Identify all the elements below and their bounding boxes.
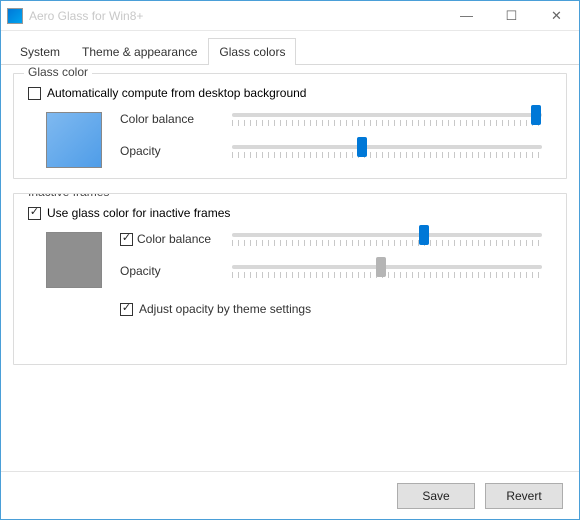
adjust-opacity-label: Adjust opacity by theme settings <box>139 302 311 316</box>
titlebar: Aero Glass for Win8+ — ☐ ✕ <box>1 1 579 31</box>
auto-compute-label: Automatically compute from desktop backg… <box>47 86 306 100</box>
tab-theme-appearance[interactable]: Theme & appearance <box>71 38 208 65</box>
tab-content: Glass color Automatically compute from d… <box>1 65 579 471</box>
save-button[interactable]: Save <box>397 483 475 509</box>
window: Aero Glass for Win8+ — ☐ ✕ System Theme … <box>0 0 580 520</box>
glass-color-balance-slider[interactable] <box>232 113 552 126</box>
minimize-button[interactable]: — <box>444 1 489 30</box>
auto-compute-checkbox[interactable] <box>28 87 41 100</box>
inactive-color-balance-text: Color balance <box>137 232 211 246</box>
tab-system[interactable]: System <box>9 38 71 65</box>
inactive-color-balance-slider[interactable] <box>232 233 552 246</box>
inactive-opacity-label: Opacity <box>120 264 220 278</box>
adjust-opacity-row[interactable]: Adjust opacity by theme settings <box>120 302 552 316</box>
inactive-opacity-slider[interactable] <box>232 265 552 278</box>
inactive-color-balance-label: Color balance <box>120 232 220 246</box>
inactive-color-swatch[interactable] <box>46 232 102 288</box>
glass-sliders: Color balance Opacity <box>120 112 552 168</box>
footer: Save Revert <box>1 471 579 519</box>
glass-color-swatch[interactable] <box>46 112 102 168</box>
inactive-frames-group: Inactive frames Use glass color for inac… <box>13 193 567 365</box>
inactive-opacity-row: Opacity <box>120 264 552 278</box>
glass-color-legend: Glass color <box>24 65 92 79</box>
inactive-color-balance-checkbox[interactable] <box>120 233 133 246</box>
use-glass-inactive-row[interactable]: Use glass color for inactive frames <box>28 206 552 220</box>
glass-opacity-label: Opacity <box>120 144 220 158</box>
glass-color-row: Color balance Opacity <box>28 112 552 168</box>
tab-bar: System Theme & appearance Glass colors <box>1 33 579 65</box>
adjust-opacity-checkbox[interactable] <box>120 303 133 316</box>
use-glass-inactive-checkbox[interactable] <box>28 207 41 220</box>
inactive-sliders: Color balance Opacity <box>120 232 552 328</box>
auto-compute-row[interactable]: Automatically compute from desktop backg… <box>28 86 552 100</box>
glass-color-balance-label: Color balance <box>120 112 220 126</box>
inactive-color-row: Color balance Opacity <box>28 232 552 328</box>
use-glass-inactive-label: Use glass color for inactive frames <box>47 206 230 220</box>
revert-button[interactable]: Revert <box>485 483 563 509</box>
window-controls: — ☐ ✕ <box>444 1 579 30</box>
window-title: Aero Glass for Win8+ <box>29 9 444 23</box>
tab-glass-colors[interactable]: Glass colors <box>208 38 296 65</box>
maximize-button[interactable]: ☐ <box>489 1 534 30</box>
inactive-frames-legend: Inactive frames <box>24 193 113 199</box>
glass-color-balance-row: Color balance <box>120 112 552 126</box>
glass-color-group: Glass color Automatically compute from d… <box>13 73 567 179</box>
glass-opacity-slider[interactable] <box>232 145 552 158</box>
close-button[interactable]: ✕ <box>534 1 579 30</box>
inactive-color-balance-row: Color balance <box>120 232 552 246</box>
app-icon <box>7 8 23 24</box>
glass-opacity-row: Opacity <box>120 144 552 158</box>
